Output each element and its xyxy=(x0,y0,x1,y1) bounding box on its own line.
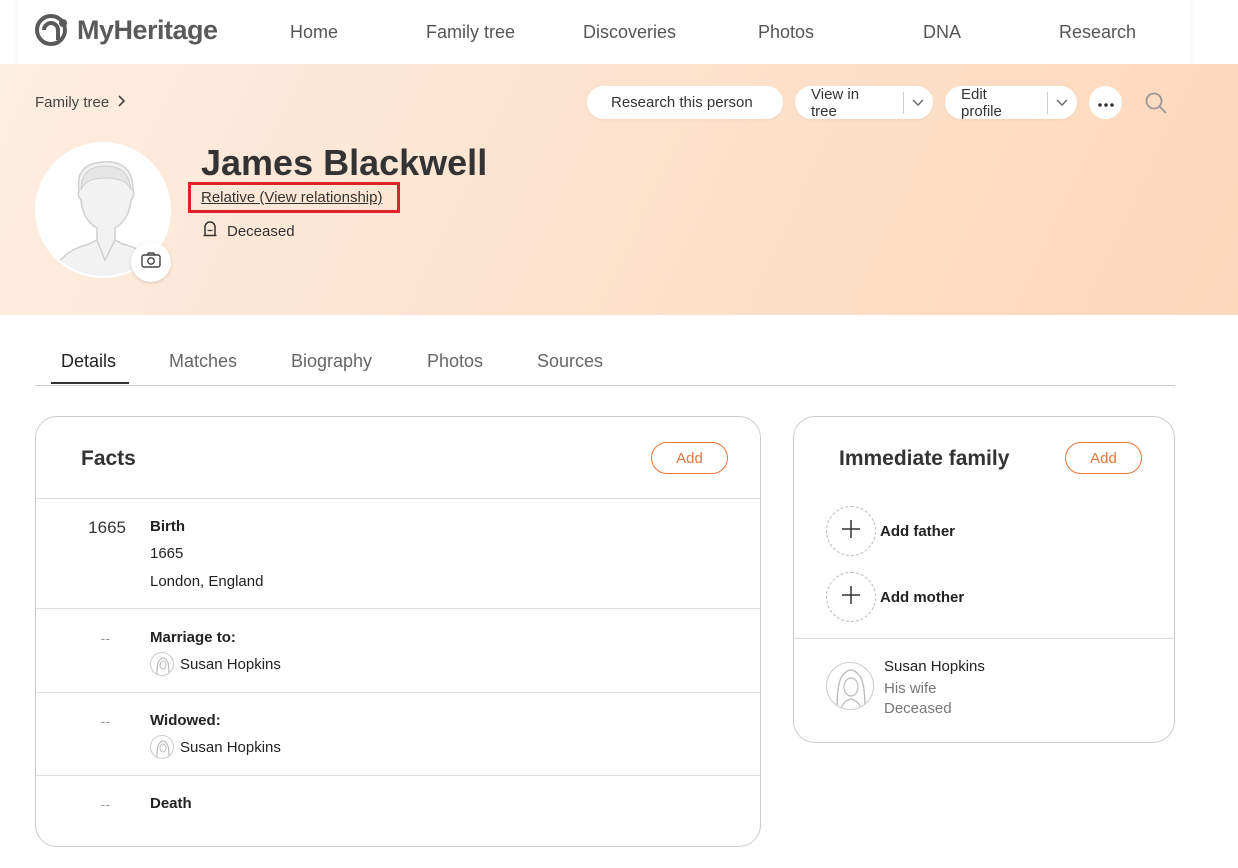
add-fact-button[interactable]: Add xyxy=(651,442,728,474)
search-icon[interactable] xyxy=(1144,91,1168,115)
female-avatar-icon xyxy=(150,735,174,759)
research-this-person-label: Research this person xyxy=(611,94,753,111)
family-member-name[interactable]: Susan Hopkins xyxy=(884,658,985,675)
fact-place: London, England xyxy=(150,573,264,590)
tab-biography[interactable]: Biography xyxy=(291,351,372,372)
spouse-link[interactable]: Susan Hopkins xyxy=(180,739,281,756)
spouse-link[interactable]: Susan Hopkins xyxy=(180,656,281,673)
more-options-button[interactable] xyxy=(1089,86,1122,119)
top-navigation: MyHeritage Home Family tree Discoveries … xyxy=(18,0,1190,64)
active-tab-indicator xyxy=(51,382,129,384)
nav-dna[interactable]: DNA xyxy=(923,22,961,43)
female-avatar-icon xyxy=(150,652,174,676)
camera-icon xyxy=(141,251,161,273)
fact-year: -- xyxy=(100,796,110,812)
family-member-status: Deceased xyxy=(884,700,952,717)
add-father-label[interactable]: Add father xyxy=(880,523,955,540)
nav-research[interactable]: Research xyxy=(1059,22,1136,43)
tab-details[interactable]: Details xyxy=(61,351,116,372)
add-father-button[interactable] xyxy=(826,506,876,556)
breadcrumb[interactable]: Family tree xyxy=(35,94,126,111)
more-dots-icon xyxy=(1097,94,1114,112)
tab-sources[interactable]: Sources xyxy=(537,351,603,372)
family-member-relation: His wife xyxy=(884,680,937,697)
nav-discoveries[interactable]: Discoveries xyxy=(583,22,676,43)
nav-family-tree[interactable]: Family tree xyxy=(426,22,515,43)
female-avatar-icon[interactable] xyxy=(826,662,874,710)
profile-header: Family tree Research this person View in… xyxy=(0,64,1238,315)
plus-icon xyxy=(841,585,861,610)
immediate-family-card: Immediate family Add Add father Add moth… xyxy=(793,416,1175,743)
facts-card: Facts Add 1665 Birth 1665 London, Englan… xyxy=(35,416,761,847)
chevron-down-icon[interactable] xyxy=(1048,99,1077,107)
fact-year: -- xyxy=(100,713,110,729)
fact-type-death: Death xyxy=(150,795,192,812)
edit-profile-label: Edit profile xyxy=(961,85,1002,120)
view-in-tree-button[interactable]: View in tree xyxy=(795,85,933,120)
fact-type-birth: Birth xyxy=(150,518,185,535)
tab-photos[interactable]: Photos xyxy=(427,351,483,372)
breadcrumb-family-tree[interactable]: Family tree xyxy=(35,94,109,111)
add-family-member-button[interactable]: Add xyxy=(1065,442,1142,474)
tombstone-icon xyxy=(203,221,217,241)
view-in-tree-label: View in tree xyxy=(811,85,860,120)
add-mother-button[interactable] xyxy=(826,572,876,622)
add-mother-label[interactable]: Add mother xyxy=(880,589,964,606)
brand-name: MyHeritage xyxy=(77,14,218,45)
research-this-person-button[interactable]: Research this person xyxy=(587,86,783,119)
fact-date: 1665 xyxy=(150,545,184,562)
chevron-down-icon[interactable] xyxy=(904,99,933,107)
myheritage-logo[interactable]: MyHeritage xyxy=(35,14,218,46)
chevron-right-icon xyxy=(117,94,126,111)
person-name: James Blackwell xyxy=(201,142,488,183)
deceased-label: Deceased xyxy=(227,222,295,240)
fact-type-widowed: Widowed: xyxy=(150,712,221,729)
fact-year: -- xyxy=(100,630,110,646)
immediate-family-title: Immediate family xyxy=(839,447,1010,470)
facts-title: Facts xyxy=(81,447,136,470)
upload-photo-button[interactable] xyxy=(131,242,171,282)
myheritage-logo-icon xyxy=(35,14,73,46)
plus-icon xyxy=(841,519,861,544)
fact-type-marriage: Marriage to: xyxy=(150,629,236,646)
deceased-status: Deceased xyxy=(203,221,295,241)
tabs-divider xyxy=(35,385,1175,386)
fact-year: 1665 xyxy=(88,518,126,537)
tab-matches[interactable]: Matches xyxy=(169,351,237,372)
view-relationship-link[interactable]: Relative (View relationship) xyxy=(201,189,382,206)
nav-home[interactable]: Home xyxy=(290,22,338,43)
edit-profile-button[interactable]: Edit profile xyxy=(945,85,1077,120)
nav-photos[interactable]: Photos xyxy=(758,22,814,43)
